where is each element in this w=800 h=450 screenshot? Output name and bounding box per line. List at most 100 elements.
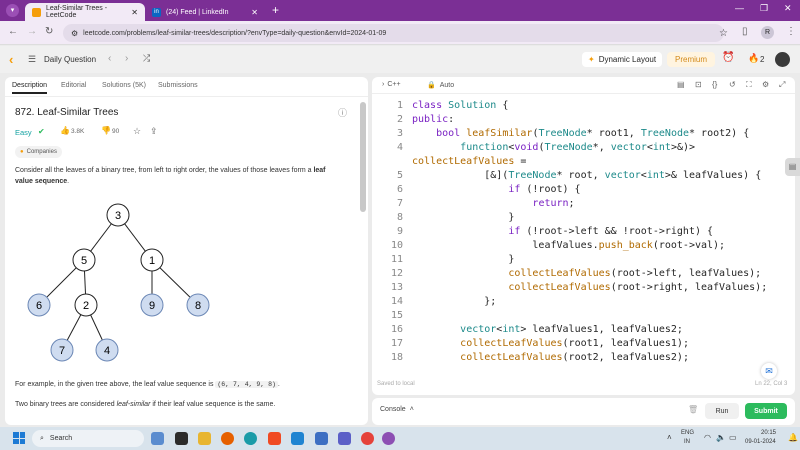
reset-icon[interactable]: ↺	[729, 80, 736, 89]
battery-icon[interactable]: ▭	[729, 433, 737, 442]
edge-icon[interactable]	[244, 432, 257, 445]
next-problem-icon[interactable]: ›	[125, 53, 128, 64]
line-number: 7	[396, 198, 403, 209]
task-view-icon[interactable]	[175, 432, 188, 445]
back-arrow-icon[interactable]: ←	[8, 26, 18, 37]
svg-text:4: 4	[104, 345, 110, 357]
maximize-window-icon[interactable]: ❐	[760, 3, 768, 14]
close-tab-icon[interactable]: ✕	[251, 8, 258, 17]
user-avatar[interactable]	[775, 52, 790, 67]
profile-avatar[interactable]: R	[761, 26, 774, 39]
clock-time[interactable]: 20:15	[761, 430, 776, 436]
similar-italic: leaf-similar	[116, 401, 151, 408]
new-tab-button[interactable]: +	[272, 3, 279, 17]
reload-icon[interactable]: ↻	[45, 26, 53, 37]
submit-button[interactable]: Submit	[745, 403, 787, 419]
premium-button[interactable]: Premium	[667, 52, 716, 67]
tab-search-button[interactable]: ▾	[6, 4, 19, 17]
description-scrollbar[interactable]	[360, 102, 366, 212]
code-area[interactable]: 1 class Solution {2 public: 3 bool leafSimi…	[372, 99, 787, 369]
vscode-icon[interactable]	[291, 432, 304, 445]
problem-title: 872. Leaf-Similar Trees	[15, 107, 119, 118]
settings-gear-icon[interactable]: ⚙	[762, 80, 769, 89]
site-info-icon[interactable]: ⚙	[71, 29, 78, 38]
tab-leetcode[interactable]: Leaf-Similar Trees - LeetCode ✕	[25, 3, 145, 21]
chrome-icon[interactable]	[361, 432, 374, 445]
favorite-star-icon[interactable]: ☆	[133, 126, 141, 137]
thumbs-up-icon[interactable]: 👍	[60, 126, 70, 135]
taskbar-search[interactable]: ⌕ Search	[32, 430, 144, 447]
widgets-icon[interactable]	[151, 432, 164, 445]
tray-chevron-icon[interactable]: ˄	[667, 433, 672, 442]
code-text: };	[412, 296, 497, 307]
info-circle-icon[interactable]: ⓘ	[338, 106, 347, 119]
windows-start-icon[interactable]	[13, 432, 25, 444]
language-bottom[interactable]: IN	[684, 439, 690, 445]
bookmark-star-icon[interactable]: ☆	[719, 28, 728, 39]
code-text: leafValues.push_back(root->val);	[412, 240, 726, 251]
firefox-icon[interactable]	[221, 432, 234, 445]
run-button[interactable]: Run	[705, 403, 739, 419]
address-bar[interactable]: ⚙ leetcode.com/problems/leaf-similar-tre…	[63, 24, 728, 42]
bookmark-icon[interactable]: ⊡	[695, 80, 702, 89]
chrome-profile-icon[interactable]	[382, 432, 395, 445]
braces-icon[interactable]: {}	[712, 80, 717, 89]
tab-title: Leaf-Similar Trees - LeetCode	[46, 5, 108, 19]
streak-fire-icon[interactable]: 🔥	[748, 53, 759, 64]
volume-icon[interactable]: 🔈	[716, 433, 726, 442]
sidebar-toggle-icon[interactable]: ▯	[742, 26, 748, 37]
clock-date[interactable]: 09-01-2024	[745, 439, 776, 445]
code-text: collectLeafValues(root->right, leafValue…	[508, 282, 768, 293]
tab-linkedin[interactable]: in (24) Feed | LinkedIn ✕	[145, 3, 265, 21]
tab-submissions[interactable]: Submissions	[158, 82, 198, 89]
chat-bubble-icon[interactable]: ✉	[761, 363, 777, 379]
tag-icon: ●	[20, 149, 24, 155]
minimize-window-icon[interactable]: —	[735, 3, 744, 13]
desc-text: .	[67, 178, 70, 185]
code-text: collectLeafValues =	[412, 156, 527, 167]
language-select[interactable]: › C++	[382, 81, 401, 88]
tab-editorial[interactable]: Editorial	[61, 82, 86, 89]
code-editor-panel: › C++ 🔒 Auto ▤ ⊡ {} ↺ ⛶ ⚙ ⤢ 1 class Solut…	[372, 77, 795, 395]
store-icon[interactable]	[315, 432, 328, 445]
shuffle-icon[interactable]: ⤮	[143, 53, 150, 64]
auto-mode-toggle[interactable]: 🔒 Auto	[427, 81, 454, 90]
close-tab-icon[interactable]: ✕	[131, 8, 138, 17]
companies-tag[interactable]: ● Companies	[15, 146, 62, 158]
close-window-icon[interactable]: ✕	[784, 3, 792, 14]
timer-icon[interactable]: ⏰	[722, 52, 734, 63]
run-label: Run	[715, 407, 729, 415]
svg-text:9: 9	[149, 300, 155, 312]
line-number: 14	[390, 296, 403, 307]
thumbs-down-icon[interactable]: 👎	[101, 126, 111, 135]
brave-icon[interactable]	[268, 432, 281, 445]
prev-problem-icon[interactable]: ‹	[108, 53, 111, 64]
leetcode-logo-icon[interactable]: ‹	[9, 52, 21, 67]
binary-tree-diagram: 3 5 1 6 2 9 8 7 4	[27, 203, 210, 362]
feedback-side-tab[interactable]: ▤	[785, 158, 800, 176]
search-label: Search	[49, 435, 73, 442]
console-toggle[interactable]: Console ˄	[380, 406, 414, 413]
tab-solutions[interactable]: Solutions (5K)	[102, 82, 146, 89]
menu-kebab-icon[interactable]: ⋮	[786, 26, 796, 37]
forward-arrow-icon[interactable]: →	[27, 26, 37, 37]
notes-icon[interactable]: ▤	[677, 80, 685, 89]
tab-description[interactable]: Description	[12, 82, 48, 94]
fullscreen-icon[interactable]: ⛶	[746, 80, 752, 90]
notification-bell-icon[interactable]: 🔔	[788, 433, 798, 442]
example-suffix: .	[277, 381, 280, 388]
problem-panel: Description Editorial Solutions (5K) Sub…	[5, 77, 368, 425]
daily-question-title[interactable]: Daily Question	[44, 55, 96, 64]
wifi-icon[interactable]: ◠	[704, 433, 711, 442]
dynamic-layout-button[interactable]: ✦ Dynamic Layout	[582, 52, 663, 67]
svg-text:2: 2	[83, 300, 89, 312]
share-icon[interactable]: ⇪	[150, 126, 158, 137]
desc-bold: leaf	[313, 167, 326, 174]
url-text: leetcode.com/problems/leaf-similar-trees…	[83, 29, 387, 37]
teams-icon[interactable]	[338, 432, 351, 445]
expand-icon[interactable]: ⤢	[779, 80, 785, 90]
language-top[interactable]: ENG	[681, 430, 694, 436]
trash-icon[interactable]: 🗑	[688, 405, 698, 414]
file-explorer-icon[interactable]	[198, 432, 211, 445]
problem-list-icon[interactable]: ☰	[28, 54, 36, 65]
